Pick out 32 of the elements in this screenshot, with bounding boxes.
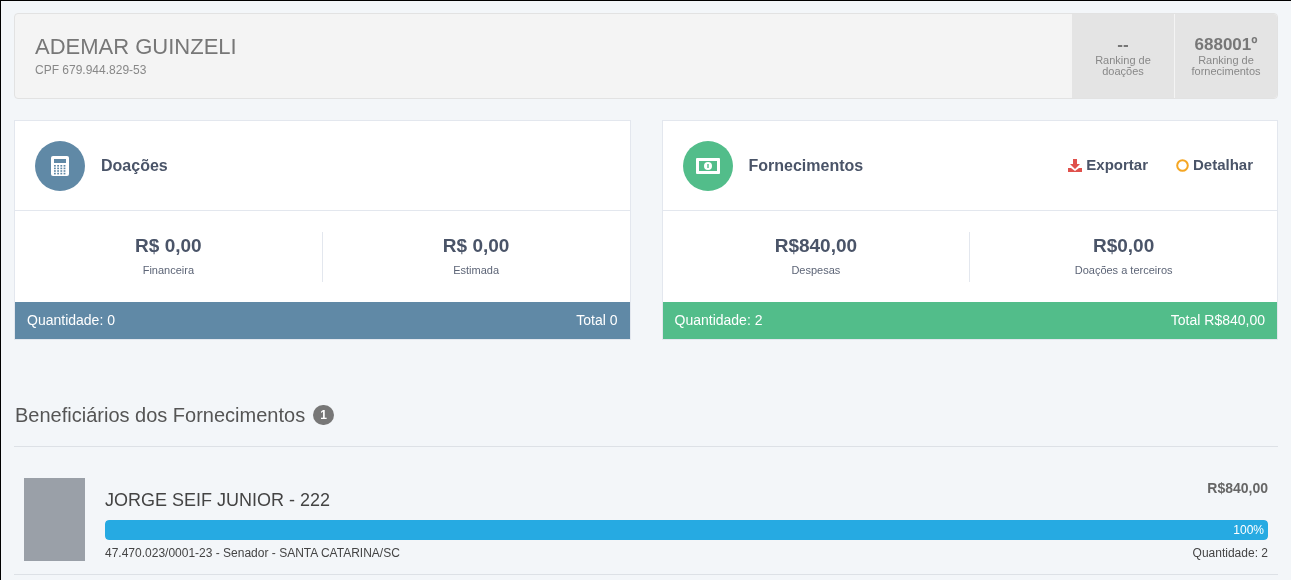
ranking-label: Ranking de fornecimentos [1190,55,1262,77]
beneficiary-name: JORGE SEIF JUNIOR - 222 [105,489,331,512]
stat-label: Financeira [142,263,195,279]
stat-value: R$ 0,00 [442,234,510,259]
person-document: CPF 679.944.829-53 [35,62,148,79]
download-icon [1068,159,1083,172]
ranking-value: 688001º [1194,35,1258,55]
stat-label: Despesas [791,263,841,279]
calculator-icon [35,140,85,191]
ranking-value: -- [1117,35,1129,55]
footer-total: Total 0 [576,311,618,330]
stat-value: R$ 0,00 [135,234,202,259]
footer-quantity: Quantidade: 2 [674,311,763,330]
progress-percent: 100% [1233,522,1264,539]
stat-label: Doações a terceiros [1074,263,1173,279]
card-title: Fornecimentos [748,155,864,176]
count-badge: 1 [313,405,335,425]
card-title: Doações [101,155,168,176]
footer-quantity: Quantidade: 0 [27,311,115,330]
beneficiary-details: 47.470.023/0001-23 - Senador - SANTA CATARINA/SC [105,545,400,562]
action-link[interactable]: Exportar [1086,154,1148,177]
section-title: Beneficiários dos Fornecimentos [15,403,306,428]
person-name: ADEMAR GUINZELI [35,33,238,61]
stat-value: R$840,00 [774,234,858,259]
ranking-label: Ranking de doações [1094,55,1152,77]
action-link[interactable]: Detalhar [1192,154,1253,177]
beneficiary-quantity: Quantidade: 2 [1192,545,1268,562]
beneficiary-amount: R$840,00 [1207,479,1268,498]
circle-icon [1175,159,1189,172]
stat-label: Estimada [453,263,500,279]
stat-value: R$0,00 [1093,234,1155,259]
footer-total: Total R$840,00 [1170,311,1265,330]
